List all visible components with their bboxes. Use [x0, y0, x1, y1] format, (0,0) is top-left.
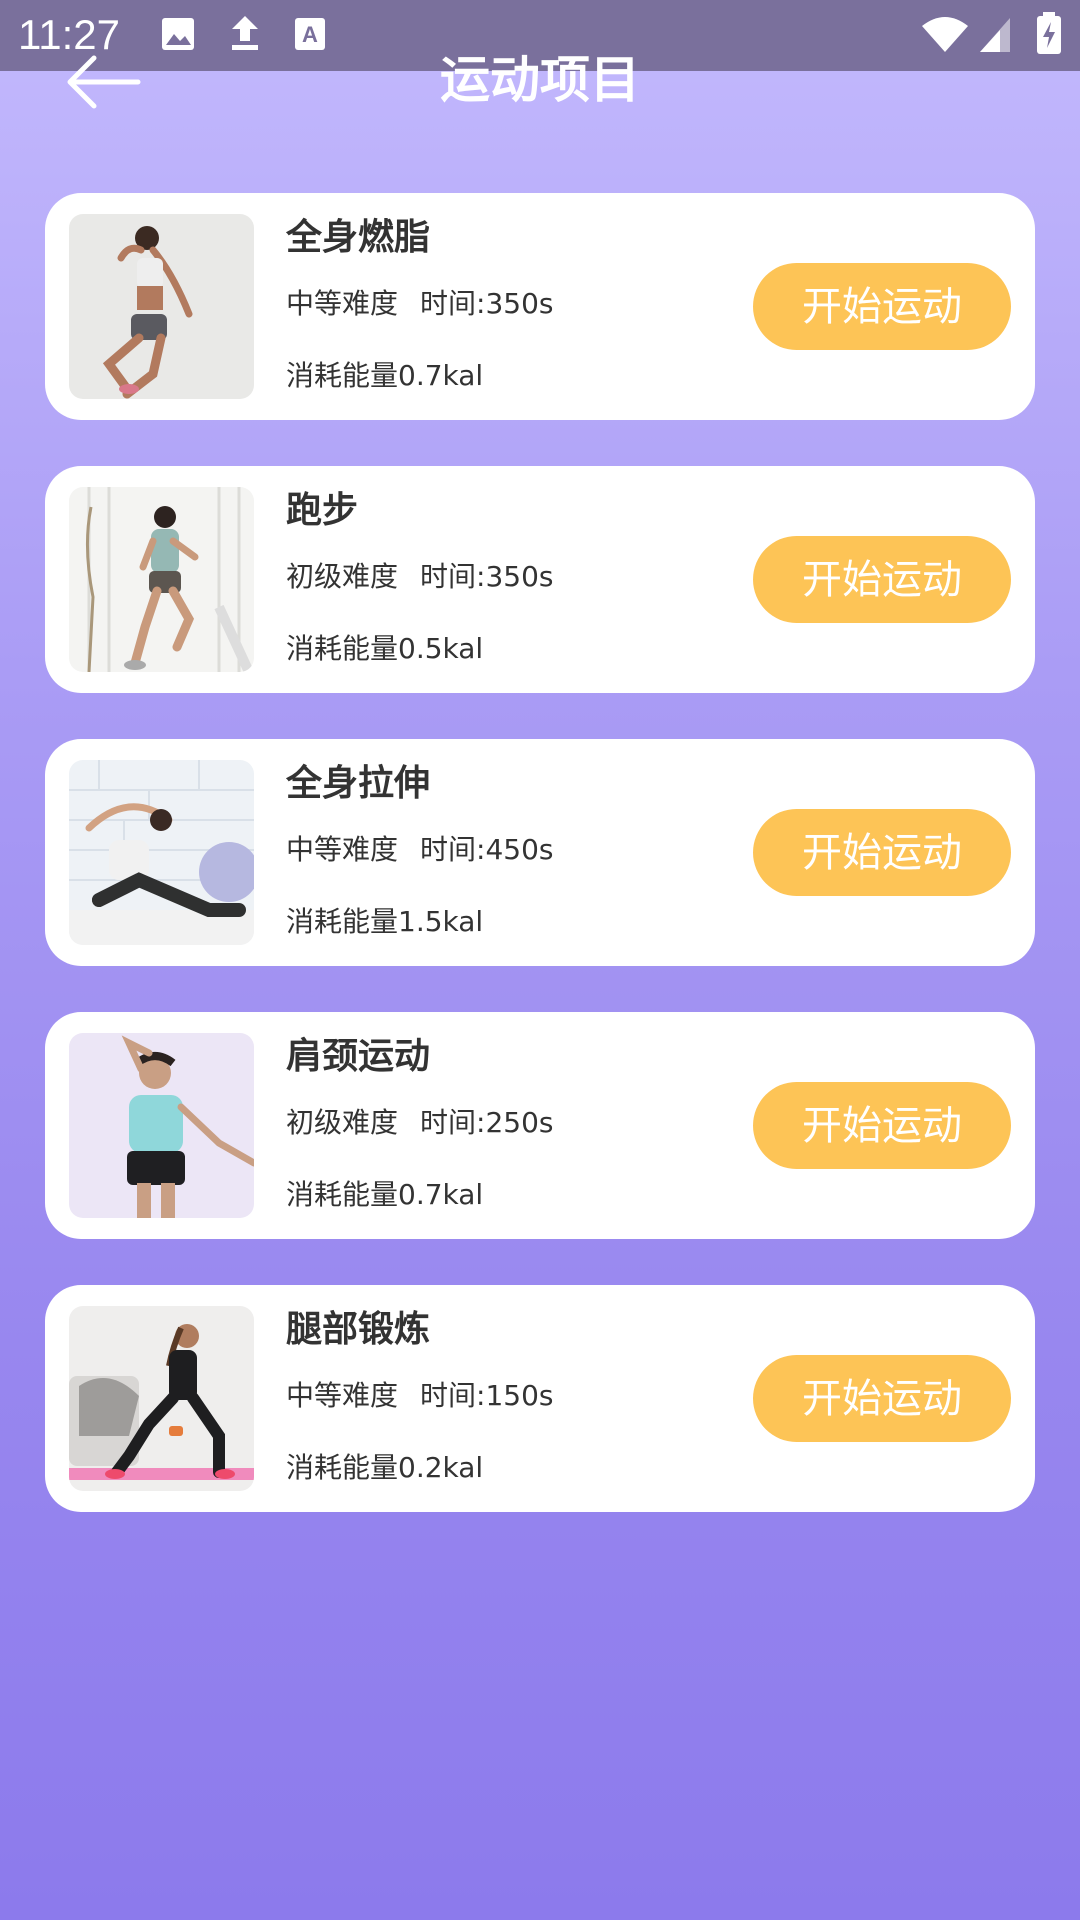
exercise-time: 时间:350s [420, 560, 554, 593]
exercise-time: 时间:450s [420, 833, 554, 866]
exercise-energy: 消耗能量0.7kal [286, 1178, 484, 1211]
exercise-difficulty: 中等难度 [286, 1379, 399, 1412]
exercise-card[interactable]: 全身拉伸 中等难度 时间:450s 消耗能量1.5kal 开始运动 [45, 739, 1035, 966]
exercise-name: 肩颈运动 [286, 1036, 431, 1077]
exercise-name: 全身拉伸 [286, 763, 431, 804]
exercise-thumbnail [69, 1306, 254, 1491]
start-exercise-button[interactable]: 开始运动 [753, 263, 1011, 350]
exercise-energy: 消耗能量0.5kal [286, 632, 484, 665]
exercise-thumbnail [69, 1033, 254, 1218]
start-exercise-button[interactable]: 开始运动 [753, 1355, 1011, 1442]
exercise-name: 全身燃脂 [286, 217, 431, 258]
exercise-card[interactable]: 跑步 初级难度 时间:350s 消耗能量0.5kal 开始运动 [45, 466, 1035, 693]
exercise-difficulty: 中等难度 [286, 833, 399, 866]
exercise-card[interactable]: 全身燃脂 中等难度 时间:350s 消耗能量0.7kal 开始运动 [45, 193, 1035, 420]
exercise-time: 时间:250s [420, 1106, 554, 1139]
exercise-meta: 初级难度 时间:350s [286, 557, 553, 597]
exercise-energy: 消耗能量0.2kal [286, 1451, 484, 1484]
exercise-meta: 中等难度 时间:350s [286, 284, 553, 324]
exercise-meta: 中等难度 时间:150s [286, 1376, 553, 1416]
start-exercise-button[interactable]: 开始运动 [753, 1082, 1011, 1169]
exercise-thumbnail [69, 487, 254, 672]
exercise-name: 腿部锻炼 [286, 1309, 431, 1350]
svg-text:A: A [302, 22, 318, 47]
exercise-difficulty: 初级难度 [286, 1106, 399, 1139]
exercise-thumbnail [69, 214, 254, 399]
exercise-list: 全身燃脂 中等难度 时间:350s 消耗能量0.7kal 开始运动 跑步 初级难… [45, 193, 1035, 1558]
exercise-time: 时间:150s [420, 1379, 554, 1412]
exercise-meta: 初级难度 时间:250s [286, 1103, 553, 1143]
page-title: 运动项目 [440, 51, 640, 109]
start-exercise-button[interactable]: 开始运动 [753, 809, 1011, 896]
exercise-difficulty: 中等难度 [286, 287, 399, 320]
exercise-energy: 消耗能量0.7kal [286, 359, 484, 392]
exercise-meta: 中等难度 时间:450s [286, 830, 553, 870]
exercise-thumbnail [69, 760, 254, 945]
exercise-energy: 消耗能量1.5kal [286, 905, 484, 938]
exercise-time: 时间:350s [420, 287, 554, 320]
exercise-card[interactable]: 腿部锻炼 中等难度 时间:150s 消耗能量0.2kal 开始运动 [45, 1285, 1035, 1512]
start-exercise-button[interactable]: 开始运动 [753, 536, 1011, 623]
exercise-name: 跑步 [286, 490, 359, 531]
exercise-card[interactable]: 肩颈运动 初级难度 时间:250s 消耗能量0.7kal 开始运动 [45, 1012, 1035, 1239]
exercise-difficulty: 初级难度 [286, 560, 399, 593]
